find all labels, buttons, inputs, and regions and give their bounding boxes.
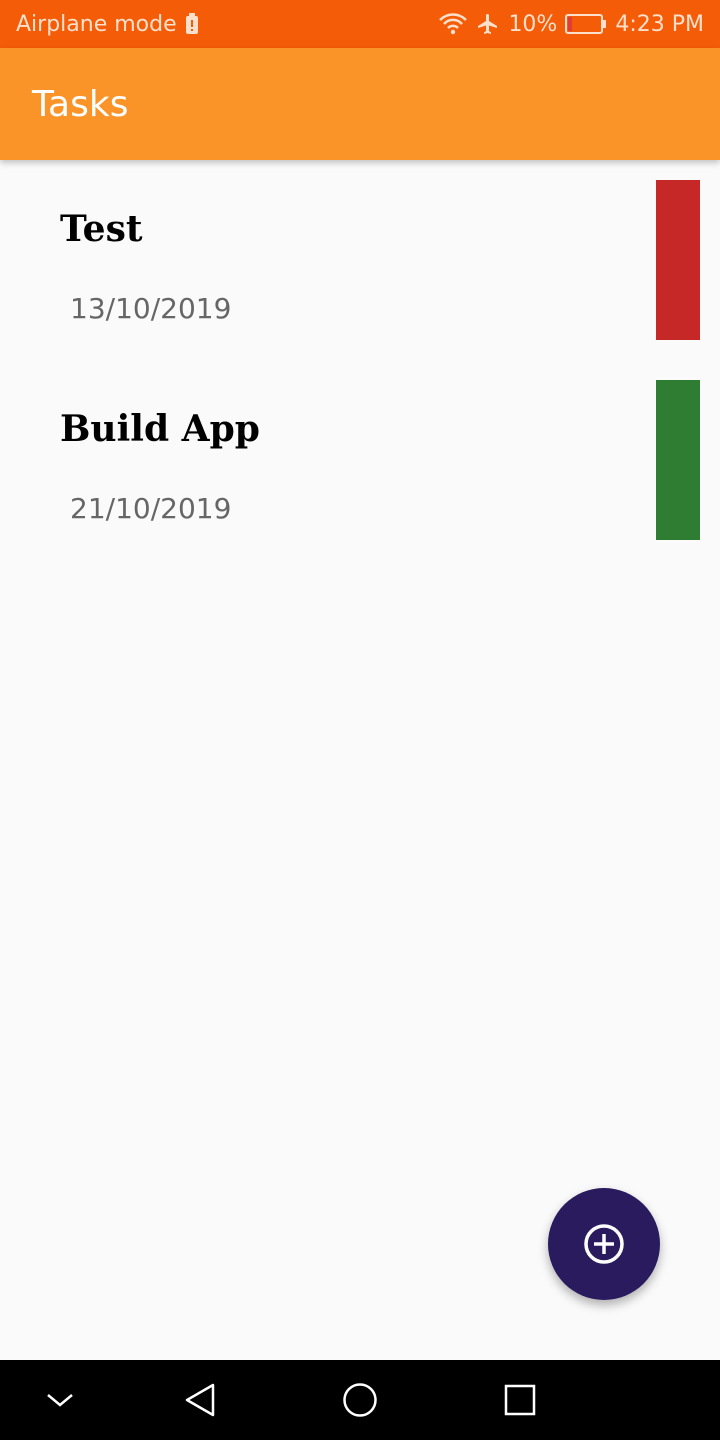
- status-left: Airplane mode: [16, 0, 199, 48]
- airplane-mode-label: Airplane mode: [16, 11, 177, 37]
- collapse-button[interactable]: [20, 1360, 100, 1440]
- task-title: Build App: [60, 408, 260, 450]
- clock: 4:23 PM: [615, 11, 704, 37]
- priority-indicator: [656, 380, 700, 540]
- navigation-bar: [0, 1360, 720, 1440]
- home-button[interactable]: [320, 1360, 400, 1440]
- task-item[interactable]: Build App 21/10/2019: [0, 360, 720, 560]
- task-item[interactable]: Test 13/10/2019: [0, 160, 720, 360]
- recents-button[interactable]: [480, 1360, 560, 1440]
- status-bar: Airplane mode 10% 4:23 PM: [0, 0, 720, 48]
- add-circle-icon: [582, 1222, 626, 1266]
- page-title: Tasks: [32, 84, 129, 125]
- back-button[interactable]: [160, 1360, 240, 1440]
- airplane-icon: [476, 12, 500, 36]
- wifi-icon: [438, 12, 468, 36]
- task-date: 13/10/2019: [70, 292, 232, 325]
- battery-percent: 10%: [508, 11, 558, 37]
- alert-battery-icon: [185, 13, 199, 35]
- add-task-button[interactable]: [548, 1188, 660, 1300]
- home-icon: [342, 1382, 378, 1418]
- priority-indicator: [656, 180, 700, 340]
- back-icon: [183, 1382, 217, 1418]
- collapse-icon: [45, 1390, 75, 1410]
- screen: Airplane mode 10% 4:23 PM Tasks Test 13/…: [0, 0, 720, 1440]
- task-date: 21/10/2019: [70, 492, 232, 525]
- recents-icon: [504, 1384, 536, 1416]
- battery-icon: [565, 13, 607, 35]
- app-bar: Tasks: [0, 48, 720, 160]
- status-right: 10% 4:23 PM: [438, 0, 704, 48]
- task-title: Test: [60, 208, 143, 250]
